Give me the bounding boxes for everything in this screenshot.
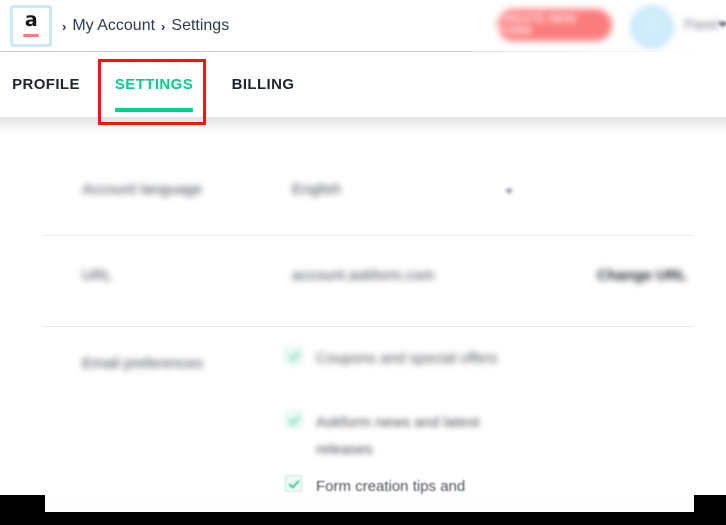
viewport-bottom-strip xyxy=(45,495,694,512)
tab-profile[interactable]: PROFILE xyxy=(8,52,84,117)
checkbox-row-coupons[interactable]: Coupons and special offers xyxy=(285,345,531,372)
account-tabs: PROFILE SETTINGS BILLING xyxy=(0,52,726,117)
breadcrumb-chevron-icon-2: › xyxy=(161,18,166,34)
checkbox-row-news[interactable]: Askform news and latest releases xyxy=(285,409,531,463)
logo-underline-icon xyxy=(23,34,39,37)
row-label-email-preferences: Email preferences xyxy=(82,355,203,372)
settings-row-account-language: Account language English xyxy=(42,163,694,233)
tab-billing[interactable]: BILLING xyxy=(228,52,298,117)
row-label-url: URL xyxy=(82,267,113,284)
change-url-button[interactable]: Change URL xyxy=(597,267,687,284)
row-label-account-language: Account language xyxy=(82,181,203,198)
letterbox-bottom xyxy=(0,512,726,525)
checkbox-icon-tips[interactable] xyxy=(285,475,302,492)
user-name-label[interactable]: Pavel xyxy=(684,16,719,32)
askform-logo[interactable]: a xyxy=(10,5,52,47)
language-select-chevron-down-icon[interactable] xyxy=(505,189,513,194)
checkbox-label-news: Askform news and latest releases xyxy=(316,414,480,458)
checkbox-label-coupons: Coupons and special offers xyxy=(316,350,498,367)
row-value-url: account.askform.com xyxy=(292,267,435,284)
app-root: a › My Account › Settings CREATE NEW FOR… xyxy=(0,0,726,525)
settings-divider-1 xyxy=(42,235,694,236)
content-top-shadow xyxy=(0,117,726,133)
create-new-form-button[interactable]: CREATE NEW FORM xyxy=(497,9,612,41)
settings-divider-2 xyxy=(42,326,694,327)
logo-letter-icon: a xyxy=(24,9,38,31)
checkbox-icon-news[interactable] xyxy=(285,411,302,428)
top-header-bar: a › My Account › Settings CREATE NEW FOR… xyxy=(0,0,726,52)
settings-panel: Account language English URL account.ask… xyxy=(0,133,726,525)
chevron-down-icon[interactable] xyxy=(718,22,726,27)
breadcrumb-chevron-icon: › xyxy=(62,18,67,34)
settings-row-url: URL account.askform.com Change URL xyxy=(42,241,694,326)
checkbox-icon-coupons[interactable] xyxy=(285,347,302,364)
active-tab-indicator xyxy=(115,108,193,112)
row-value-account-language[interactable]: English xyxy=(292,181,341,198)
avatar[interactable] xyxy=(630,5,674,49)
breadcrumb-item-my-account[interactable]: My Account xyxy=(72,16,155,36)
breadcrumb-item-settings[interactable]: Settings xyxy=(171,16,229,36)
breadcrumb: › My Account › Settings xyxy=(62,14,229,38)
